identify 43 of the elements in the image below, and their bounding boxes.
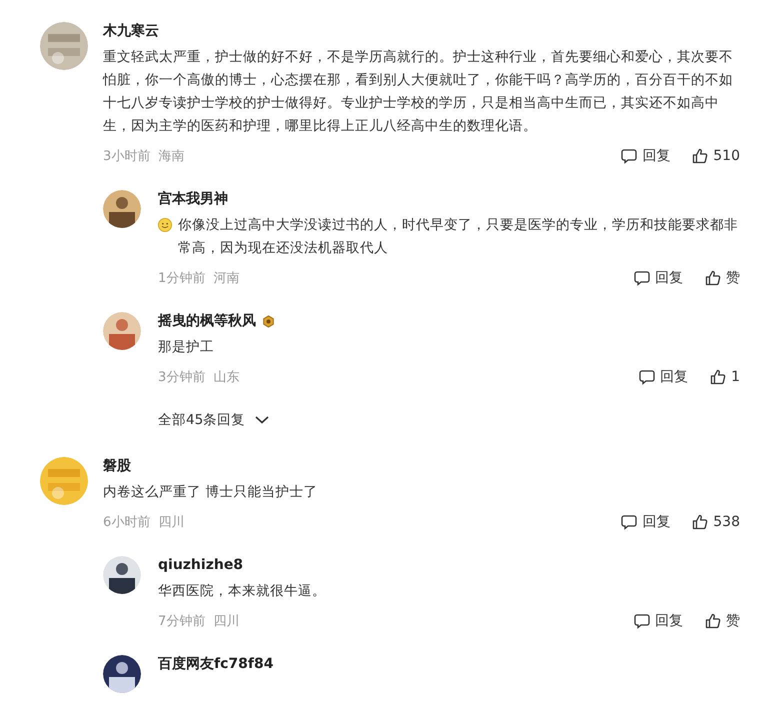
comment-location: 四川 (213, 613, 240, 630)
comment-time: 3小时前 (103, 148, 150, 165)
chevron-down-icon (255, 416, 270, 424)
thumbs-up-icon (705, 613, 721, 629)
speech-bubble-icon (621, 148, 638, 164)
comment-location: 四川 (158, 514, 184, 531)
comment-text: 重文轻武太严重，护士做的好不好，不是学历高就行的。护士这种行业，首先要细心和爱心，其次要不怕脏，你一个高傲的博士，心态摆在那，看到别人大便就吐了，你能干吗？高学历的，百分百干的不如十七八岁专读护士学校的护士做得好。专业护士学校的学历，只是相当高中生而已，其实还不如高中生，因为主学的医药和护理，哪里比得上正儿八经高中生的数理化语。 (103, 48, 734, 136)
thumbs-up-icon (705, 270, 721, 286)
reply-text: 华西医院，本来就很牛逼。 (158, 582, 326, 601)
like-button[interactable]: 510 (692, 148, 740, 164)
like-button[interactable]: 538 (692, 514, 740, 530)
comment-time: 1分钟前 (158, 270, 206, 287)
user-name[interactable]: 磐股 (103, 455, 740, 477)
comment-text: 内卷这么严重了 博士只能当护士了 (103, 483, 318, 502)
reply-button[interactable]: 回复 (621, 147, 670, 165)
comment-time: 3分钟前 (158, 369, 206, 386)
reply-button[interactable]: 回复 (634, 269, 683, 287)
speech-bubble-icon (634, 613, 650, 629)
speech-bubble-icon (621, 514, 638, 530)
comment-location: 海南 (158, 148, 184, 165)
comment-time: 6小时前 (103, 514, 150, 531)
reply-button[interactable]: 回复 (634, 612, 683, 630)
user-name[interactable]: 宫本我男神 (158, 188, 228, 210)
reply-button[interactable]: 回复 (639, 368, 688, 386)
thumbs-up-icon (692, 514, 708, 530)
speech-bubble-icon (634, 270, 650, 286)
thumbs-up-icon (710, 369, 726, 385)
thumbs-up-icon (692, 148, 708, 164)
user-name[interactable]: 百度网友fc78f84 (158, 653, 274, 675)
reply-button[interactable]: 回复 (621, 513, 670, 531)
comment-location: 河南 (213, 270, 240, 287)
like-button[interactable]: 1 (710, 369, 740, 385)
like-button[interactable]: 赞 (705, 269, 740, 287)
reply-text: 那是护工 (158, 338, 214, 357)
user-name[interactable]: 木九寒云 (103, 20, 740, 42)
user-name[interactable]: qiuzhizhe8 (158, 554, 244, 576)
like-button[interactable]: 赞 (705, 612, 740, 630)
user-name[interactable]: 摇曳的枫等秋风 (158, 310, 256, 332)
comment-time: 7分钟前 (158, 613, 206, 630)
show-all-replies-link[interactable]: 全部45条回复 (158, 411, 270, 429)
comment-location: 山东 (213, 369, 240, 386)
speech-bubble-icon (639, 369, 656, 385)
reply-text: 你像没上过高中大学没读过书的人，时代早变了，只要是医学的专业，学历和技能要求都非常高，因为现在还没法机器取代人 (178, 216, 739, 258)
